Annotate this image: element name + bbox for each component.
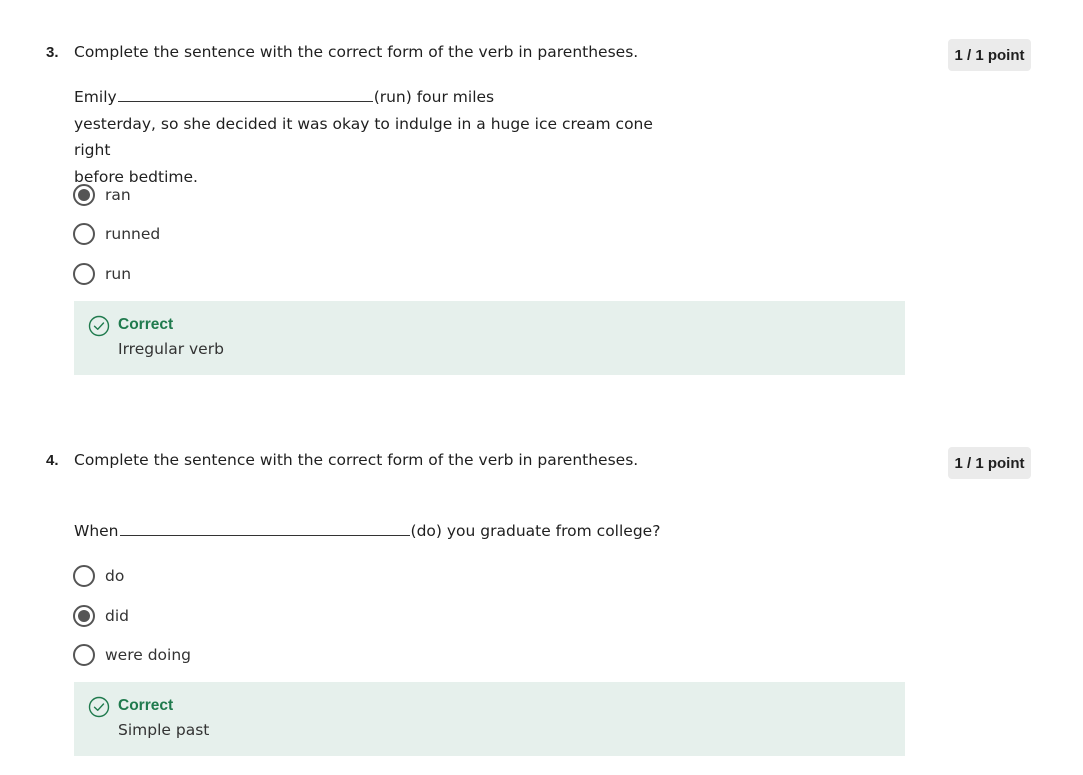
radio-button-selected[interactable] <box>73 184 95 206</box>
question-number: 3. <box>46 44 59 61</box>
sentence-before: When <box>74 522 119 540</box>
option-label: ran <box>105 186 131 204</box>
radio-button-selected[interactable] <box>73 605 95 627</box>
radio-button[interactable] <box>73 223 95 245</box>
option-do[interactable]: do <box>73 564 124 588</box>
question-sentence: Emily (run) four miles yesterday, so she … <box>74 84 674 190</box>
radio-button[interactable] <box>73 644 95 666</box>
feedback-explanation: Simple past <box>118 721 210 739</box>
sentence-after: (do) you graduate from college? <box>410 522 661 540</box>
points-badge: 1 / 1 point <box>948 39 1031 71</box>
option-runned[interactable]: runned <box>73 222 160 246</box>
quiz-results-page: 3. Complete the sentence with the correc… <box>0 0 1083 775</box>
feedback-panel: Correct Simple past <box>74 682 905 756</box>
feedback-status: Correct <box>118 697 174 714</box>
points-badge: 1 / 1 point <box>948 447 1031 479</box>
question-sentence: When (do) you graduate from college? <box>74 518 674 545</box>
feedback-explanation: Irregular verb <box>118 340 224 358</box>
sentence-line-3: before bedtime. <box>74 167 198 186</box>
option-did[interactable]: did <box>73 604 129 628</box>
sentence-after: (run) four miles <box>373 88 495 106</box>
option-label: runned <box>105 225 161 243</box>
option-label: run <box>105 265 132 283</box>
check-circle-icon <box>88 696 110 718</box>
feedback-panel: Correct Irregular verb <box>74 301 905 375</box>
question-prompt: Complete the sentence with the correct f… <box>74 451 639 469</box>
radio-button[interactable] <box>73 565 95 587</box>
radio-button[interactable] <box>73 263 95 285</box>
option-label: do <box>105 567 125 585</box>
question-number: 4. <box>46 452 59 469</box>
question-prompt: Complete the sentence with the correct f… <box>74 43 639 61</box>
sentence-before: Emily <box>74 88 117 106</box>
answer-blank <box>117 89 373 102</box>
option-label: were doing <box>105 646 191 664</box>
option-run[interactable]: run <box>73 262 131 286</box>
option-ran[interactable]: ran <box>73 183 131 207</box>
check-circle-icon <box>88 315 110 337</box>
option-were-doing[interactable]: were doing <box>73 643 191 667</box>
option-label: did <box>105 607 129 625</box>
feedback-status: Correct <box>118 316 174 333</box>
answer-blank <box>119 523 410 536</box>
sentence-line-2: yesterday, so she decided it was okay to… <box>74 114 653 160</box>
